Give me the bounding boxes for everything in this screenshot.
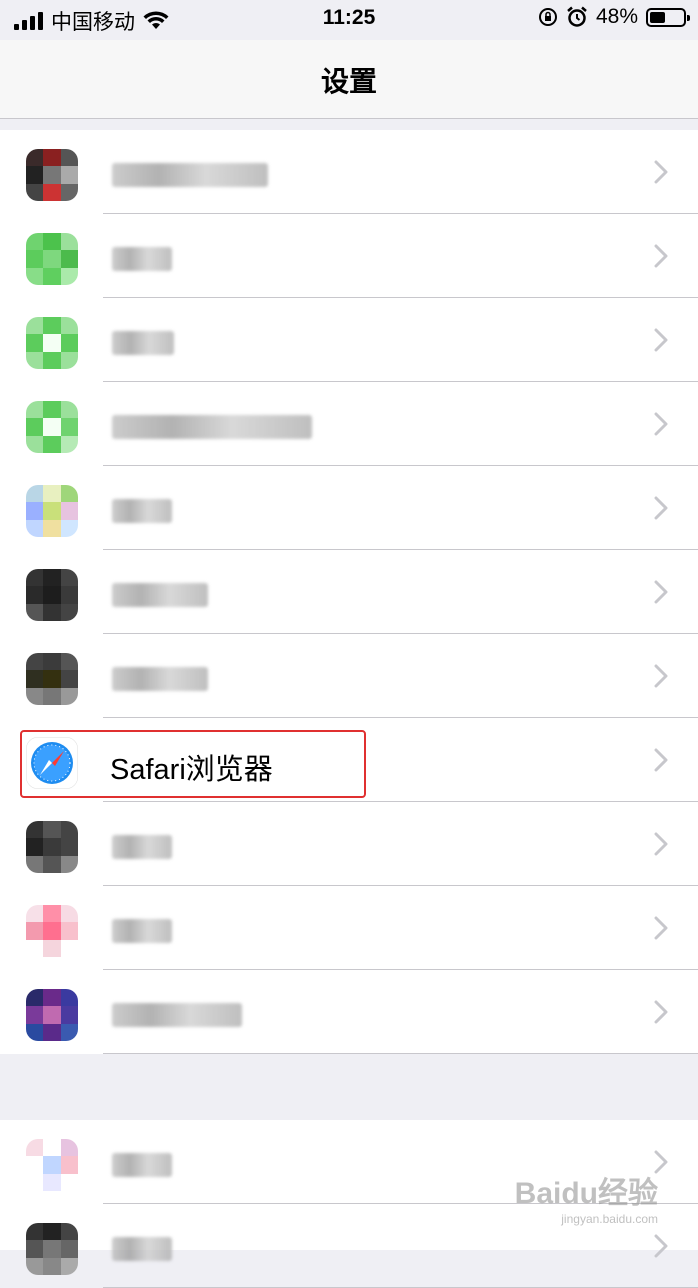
blurred-label bbox=[112, 247, 172, 271]
settings-row-3[interactable] bbox=[0, 382, 698, 466]
highlight-box bbox=[20, 730, 366, 798]
app-icon bbox=[26, 401, 78, 453]
blurred-label bbox=[112, 1003, 242, 1027]
app-icon bbox=[26, 149, 78, 201]
chevron-right-icon bbox=[654, 916, 668, 940]
app-icon bbox=[26, 989, 78, 1041]
blurred-label bbox=[112, 1153, 172, 1177]
blurred-label bbox=[112, 919, 172, 943]
watermark-brand: Baidu经验 bbox=[514, 1177, 658, 1210]
app-icon bbox=[26, 485, 78, 537]
chevron-right-icon bbox=[654, 664, 668, 688]
chevron-right-icon bbox=[654, 496, 668, 520]
chevron-right-icon bbox=[654, 832, 668, 856]
battery-percent: 48% bbox=[595, 5, 638, 28]
row-separator bbox=[103, 1053, 698, 1054]
blurred-label bbox=[112, 499, 172, 523]
settings-row-0[interactable] bbox=[0, 130, 698, 214]
settings-row-5[interactable] bbox=[0, 550, 698, 634]
blurred-label bbox=[112, 583, 208, 607]
chevron-right-icon bbox=[654, 748, 668, 772]
blurred-label bbox=[112, 667, 208, 691]
alarm-icon bbox=[567, 6, 587, 27]
status-right: 48% bbox=[538, 5, 690, 29]
app-icon bbox=[26, 233, 78, 285]
settings-row-8[interactable] bbox=[0, 802, 698, 886]
app-icon bbox=[26, 905, 78, 957]
watermark: Baidu经验 jingyan.baidu.com bbox=[515, 1168, 658, 1226]
blurred-label bbox=[112, 163, 268, 187]
app-icon bbox=[26, 653, 78, 705]
settings-row-6[interactable] bbox=[0, 634, 698, 718]
blurred-label bbox=[112, 415, 312, 439]
settings-row-9[interactable] bbox=[0, 886, 698, 970]
watermark-url: jingyan.baidu.com bbox=[561, 1212, 658, 1226]
settings-row-1[interactable] bbox=[0, 214, 698, 298]
app-icon bbox=[26, 1139, 78, 1191]
app-icon bbox=[26, 569, 78, 621]
settings-list: Safari浏览器 bbox=[0, 130, 698, 1054]
app-icon bbox=[26, 821, 78, 873]
page-title: 设置 bbox=[320, 66, 377, 97]
blurred-label bbox=[112, 331, 174, 355]
chevron-right-icon bbox=[654, 1000, 668, 1024]
chevron-right-icon bbox=[654, 328, 668, 352]
settings-row-4[interactable] bbox=[0, 466, 698, 550]
blurred-label bbox=[112, 835, 172, 859]
status-bar: 中国移动 11:25 48% bbox=[0, 0, 698, 40]
orientation-lock-icon bbox=[538, 8, 557, 26]
chevron-right-icon bbox=[654, 160, 668, 184]
settings-row-2[interactable] bbox=[0, 298, 698, 382]
chevron-right-icon bbox=[654, 412, 668, 436]
settings-row-10[interactable] bbox=[0, 970, 698, 1054]
chevron-right-icon bbox=[654, 244, 668, 268]
battery-icon bbox=[646, 7, 690, 27]
app-icon bbox=[26, 317, 78, 369]
app-icon bbox=[26, 1223, 78, 1275]
chevron-right-icon bbox=[654, 1234, 668, 1258]
navigation-bar: 设置 bbox=[0, 40, 698, 119]
blurred-label bbox=[112, 1237, 172, 1261]
chevron-right-icon bbox=[654, 580, 668, 604]
